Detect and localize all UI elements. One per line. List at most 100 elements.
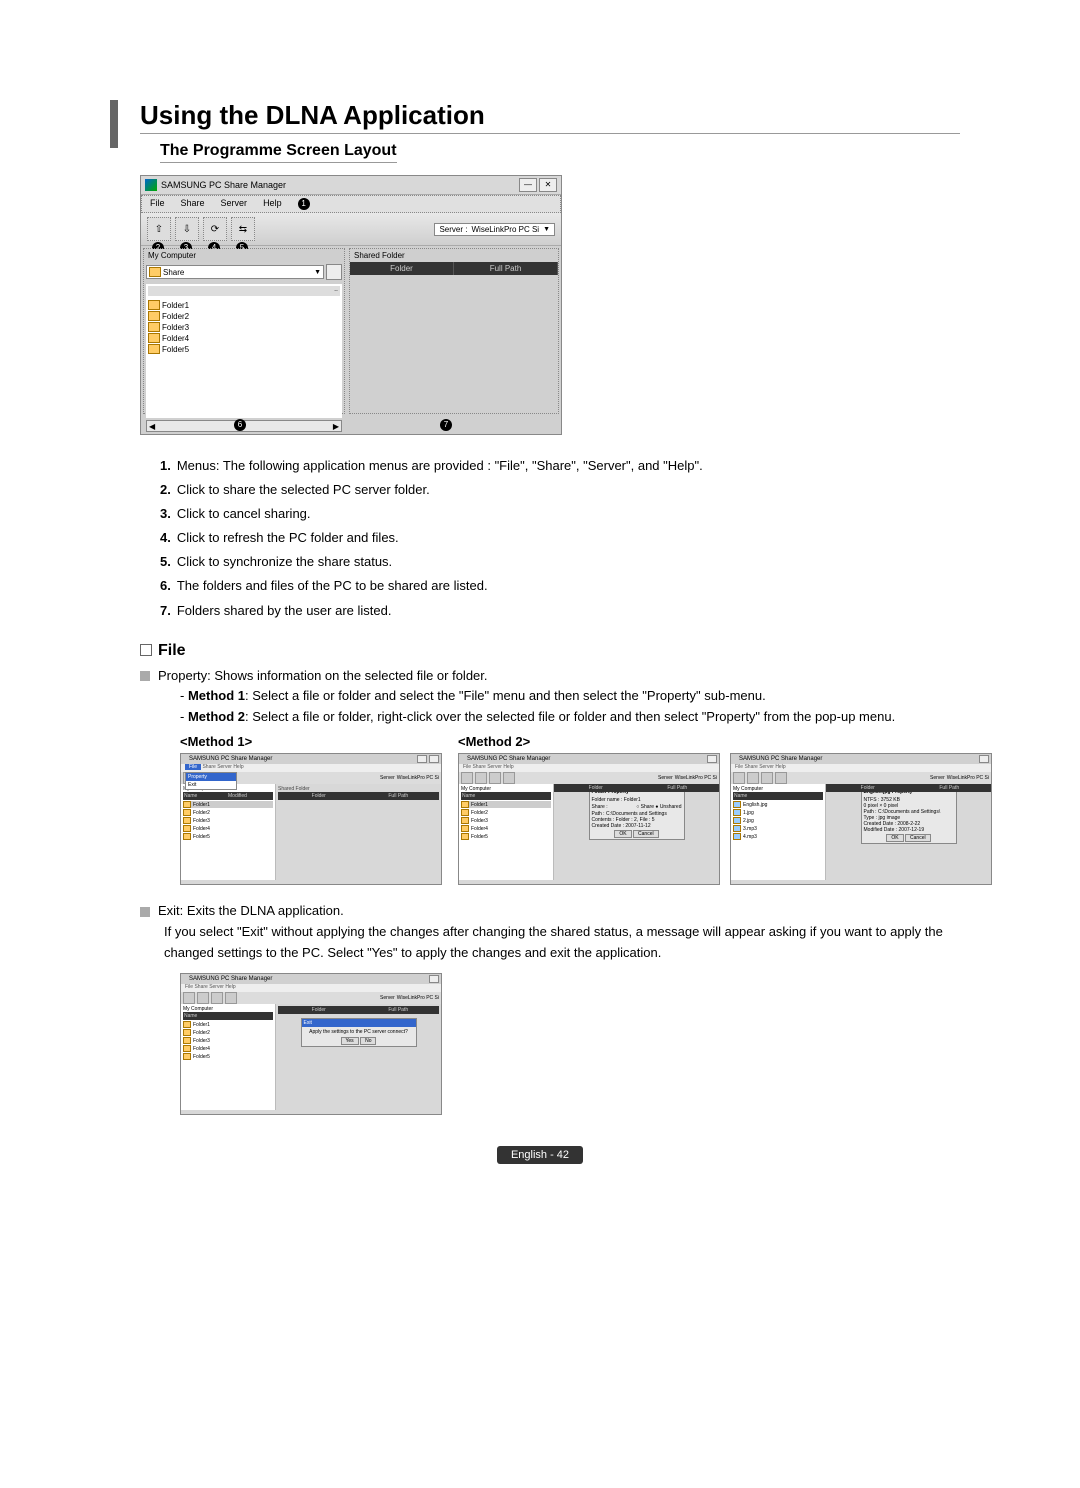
- minimize-button[interactable]: [417, 755, 427, 763]
- ok-button[interactable]: OK: [614, 830, 631, 838]
- tool-icon[interactable]: [733, 772, 745, 784]
- tool-icon[interactable]: [183, 992, 195, 1004]
- close-button[interactable]: [979, 755, 989, 763]
- list-item[interactable]: Folder5: [148, 344, 340, 354]
- list-item[interactable]: Folder4: [183, 825, 273, 832]
- list-item[interactable]: Folder4: [461, 825, 551, 832]
- col-folder: Folder: [350, 262, 454, 275]
- list-item[interactable]: Folder1: [183, 801, 273, 808]
- list-item[interactable]: Folder2: [183, 809, 273, 816]
- menu-help[interactable]: Help: [233, 764, 243, 770]
- menu-share[interactable]: Share: [181, 198, 205, 210]
- menu-exit[interactable]: Exit: [186, 781, 236, 789]
- list-item[interactable]: Folder3: [461, 817, 551, 824]
- ok-button[interactable]: OK: [886, 834, 903, 842]
- tool-icon[interactable]: [197, 992, 209, 1004]
- tool-icon[interactable]: [761, 772, 773, 784]
- tool-icon[interactable]: [211, 992, 223, 1004]
- menu-share[interactable]: Share: [202, 764, 215, 770]
- folder-icon: [148, 322, 160, 332]
- tool-icon[interactable]: [489, 772, 501, 784]
- list-item[interactable]: Folder3: [183, 1037, 273, 1044]
- tool-icon[interactable]: [225, 992, 237, 1004]
- menubar: File Share Server Help 1: [141, 195, 561, 213]
- share-button[interactable]: ⇧2: [147, 217, 171, 241]
- list-item: 3.Click to cancel sharing.: [160, 503, 960, 525]
- menubar: File Share Server Help: [181, 764, 441, 772]
- list-item[interactable]: Folder2: [148, 311, 340, 321]
- list-item[interactable]: Folder5: [461, 833, 551, 840]
- list-item[interactable]: Folder1: [461, 801, 551, 808]
- close-button[interactable]: [429, 975, 439, 983]
- col-fullpath: Full Path: [454, 262, 558, 275]
- go-button[interactable]: [326, 264, 342, 280]
- col-name: Name: [462, 793, 550, 799]
- minimize-button[interactable]: —: [519, 178, 537, 192]
- folder-icon: [461, 809, 469, 816]
- file-icon: [733, 825, 741, 832]
- list-item[interactable]: Folder2: [461, 809, 551, 816]
- folder-icon: [148, 300, 160, 310]
- menu-file[interactable]: File: [185, 764, 201, 770]
- tool-icon[interactable]: [503, 772, 515, 784]
- list-item[interactable]: English.jpg: [733, 801, 823, 808]
- menu-server[interactable]: Server: [221, 198, 248, 210]
- sync-button[interactable]: ⇆5: [231, 217, 255, 241]
- col-modified: Modified: [228, 793, 272, 799]
- list-item[interactable]: Folder4: [183, 1045, 273, 1052]
- list-item[interactable]: Folder5: [183, 1053, 273, 1060]
- server-dropdown[interactable]: Server : WiseLinkPro PC Si ▼: [434, 223, 555, 236]
- unshare-button[interactable]: ⇩3: [175, 217, 199, 241]
- server-value: WiseLinkPro PC Si: [675, 775, 717, 781]
- yes-button[interactable]: Yes: [341, 1037, 359, 1045]
- scroll-left-icon[interactable]: ◀: [149, 422, 155, 431]
- page-footer: English - 42: [120, 1145, 960, 1164]
- close-button[interactable]: [707, 755, 717, 763]
- method2-screenshot-b: SAMSUNG PC Share Manager File Share Serv…: [730, 753, 992, 885]
- menu-property[interactable]: Property: [186, 773, 236, 781]
- list-item[interactable]: 4.mp3: [733, 833, 823, 840]
- file-dropdown[interactable]: Property Exit: [185, 772, 237, 790]
- close-button[interactable]: ✕: [539, 178, 557, 192]
- list-item: 5.Click to synchronize the share status.: [160, 551, 960, 573]
- list-item[interactable]: Folder4: [148, 333, 340, 343]
- list-item[interactable]: Folder5: [183, 833, 273, 840]
- list-item[interactable]: Folder3: [148, 322, 340, 332]
- folder-icon: [183, 1021, 191, 1028]
- tool-icon[interactable]: [461, 772, 473, 784]
- server-value: WiseLinkPro PC Si: [397, 995, 439, 1001]
- section-bar: [110, 100, 118, 148]
- tool-icon[interactable]: [775, 772, 787, 784]
- server-value: WiseLinkPro PC Si: [397, 775, 439, 781]
- menu-file[interactable]: File: [150, 198, 165, 210]
- file-property-dialog: English.jpg Property NTFS : 3752 KB 0 pi…: [861, 786, 957, 844]
- file-list[interactable]: .. Folder1 Folder2 Folder3 Folder4 Folde…: [146, 284, 342, 418]
- menu-server[interactable]: Server: [217, 764, 232, 770]
- list-item: 4.Click to refresh the PC folder and fil…: [160, 527, 960, 549]
- list-item[interactable]: 3.mp3: [733, 825, 823, 832]
- close-button[interactable]: [429, 755, 439, 763]
- tool-icon[interactable]: [747, 772, 759, 784]
- folder-icon: [183, 1045, 191, 1052]
- list-item[interactable]: Folder1: [148, 300, 340, 310]
- list-item[interactable]: 2.jpg: [733, 817, 823, 824]
- address-input[interactable]: Share ▼: [146, 265, 324, 279]
- window-title: SAMSUNG PC Share Manager: [189, 976, 272, 982]
- list-item[interactable]: Folder2: [183, 1029, 273, 1036]
- right-pane-head: Shared Folder: [350, 249, 558, 262]
- no-button[interactable]: No: [360, 1037, 376, 1045]
- cancel-button[interactable]: Cancel: [633, 830, 659, 838]
- list-item[interactable]: Folder1: [183, 1021, 273, 1028]
- list-item[interactable]: 1.jpg: [733, 809, 823, 816]
- list-item[interactable]: Folder3: [183, 817, 273, 824]
- cancel-button[interactable]: Cancel: [905, 834, 931, 842]
- menu-help[interactable]: Help: [263, 198, 282, 210]
- folder-icon: [148, 333, 160, 343]
- page-number: English - 42: [497, 1146, 583, 1164]
- scroll-right-icon[interactable]: ▶: [333, 422, 339, 431]
- server-label: Server: [380, 995, 395, 1001]
- refresh-button[interactable]: ⟳4: [203, 217, 227, 241]
- dialog-msg: Apply the settings to the PC server conn…: [304, 1029, 414, 1035]
- folder-icon: [461, 833, 469, 840]
- tool-icon[interactable]: [475, 772, 487, 784]
